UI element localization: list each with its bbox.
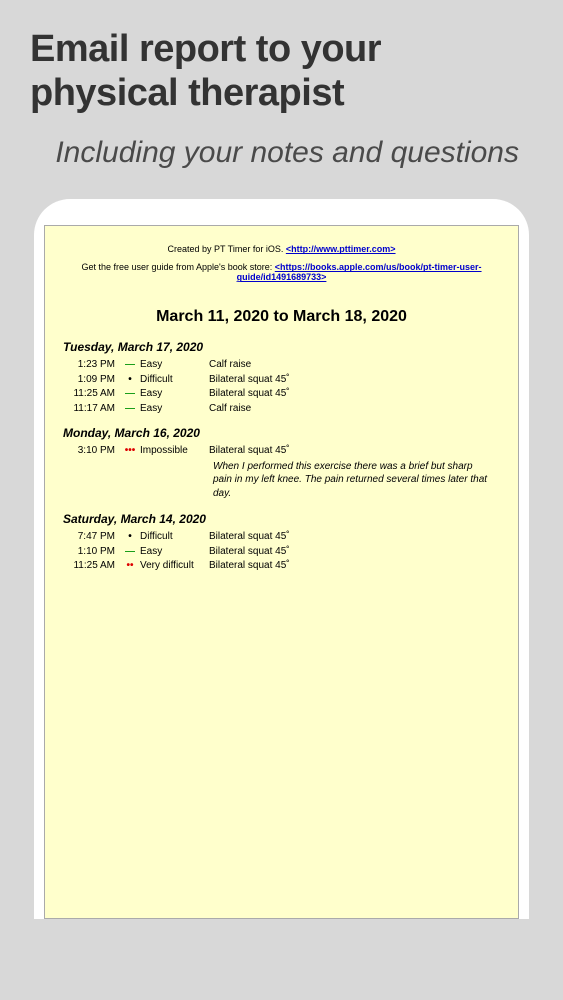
entry-row: 11:17 AM—EasyCalf raise bbox=[61, 402, 502, 417]
difficulty-icon: — bbox=[123, 545, 137, 560]
date-range-title: March 11, 2020 to March 18, 2020 bbox=[61, 308, 502, 326]
entry-exercise: Bilateral squat 45˚ bbox=[209, 545, 502, 560]
entry-difficulty: •••Impossible bbox=[123, 444, 209, 459]
created-by-text: Created by PT Timer for iOS. bbox=[167, 244, 285, 254]
entry-difficulty: —Easy bbox=[123, 545, 209, 560]
pttimer-link[interactable]: <http://www.pttimer.com> bbox=[286, 244, 396, 254]
entry-time: 11:25 AM bbox=[65, 559, 123, 574]
entry-time: 3:10 PM bbox=[65, 444, 123, 459]
difficulty-icon: • bbox=[123, 530, 137, 545]
difficulty-icon: ••• bbox=[123, 444, 137, 459]
report-document: Created by PT Timer for iOS. <http://www… bbox=[44, 225, 519, 919]
entry-time: 11:25 AM bbox=[65, 387, 123, 402]
difficulty-label: Easy bbox=[140, 402, 162, 417]
report-header: Created by PT Timer for iOS. <http://www… bbox=[61, 244, 502, 282]
guide-text: Get the free user guide from Apple's boo… bbox=[81, 262, 274, 272]
difficulty-label: Very difficult bbox=[140, 559, 194, 574]
entry-exercise: Calf raise bbox=[209, 402, 502, 417]
day-heading: Monday, March 16, 2020 bbox=[63, 426, 502, 440]
entry-exercise: Bilateral squat 45˚ bbox=[209, 530, 502, 545]
entry-exercise: Bilateral squat 45˚ bbox=[209, 559, 502, 574]
marketing-subtitle: Including your notes and questions bbox=[0, 125, 563, 199]
entry-exercise: Calf raise bbox=[209, 358, 502, 373]
entry-time: 11:17 AM bbox=[65, 402, 123, 417]
entry-row: 11:25 AM—EasyBilateral squat 45˚ bbox=[61, 387, 502, 402]
difficulty-icon: — bbox=[123, 358, 137, 373]
entry-difficulty: ••Very difficult bbox=[123, 559, 209, 574]
entry-row: 1:23 PM—EasyCalf raise bbox=[61, 358, 502, 373]
entry-difficulty: —Easy bbox=[123, 402, 209, 417]
difficulty-icon: — bbox=[123, 402, 137, 417]
difficulty-icon: — bbox=[123, 387, 137, 402]
report-body: Tuesday, March 17, 20201:23 PM—EasyCalf … bbox=[61, 340, 502, 574]
difficulty-icon: •• bbox=[123, 559, 137, 574]
difficulty-label: Impossible bbox=[140, 444, 188, 459]
entry-row: 3:10 PM•••ImpossibleBilateral squat 45˚ bbox=[61, 444, 502, 459]
entry-difficulty: •Difficult bbox=[123, 530, 209, 545]
day-heading: Saturday, March 14, 2020 bbox=[63, 512, 502, 526]
entry-row: 1:10 PM—EasyBilateral squat 45˚ bbox=[61, 545, 502, 560]
entry-row: 1:09 PM•DifficultBilateral squat 45˚ bbox=[61, 373, 502, 388]
entry-time: 1:23 PM bbox=[65, 358, 123, 373]
difficulty-label: Easy bbox=[140, 387, 162, 402]
entry-time: 1:10 PM bbox=[65, 545, 123, 560]
entry-difficulty: •Difficult bbox=[123, 373, 209, 388]
entry-exercise: Bilateral squat 45˚ bbox=[209, 444, 502, 459]
entry-time: 7:47 PM bbox=[65, 530, 123, 545]
difficulty-label: Difficult bbox=[140, 530, 173, 545]
entry-difficulty: —Easy bbox=[123, 387, 209, 402]
difficulty-label: Easy bbox=[140, 545, 162, 560]
entry-exercise: Bilateral squat 45˚ bbox=[209, 373, 502, 388]
entry-row: 7:47 PM•DifficultBilateral squat 45˚ bbox=[61, 530, 502, 545]
difficulty-label: Difficult bbox=[140, 373, 173, 388]
entry-row: 11:25 AM••Very difficultBilateral squat … bbox=[61, 559, 502, 574]
entry-difficulty: —Easy bbox=[123, 358, 209, 373]
entry-exercise: Bilateral squat 45˚ bbox=[209, 387, 502, 402]
entry-note: When I performed this exercise there was… bbox=[213, 459, 492, 503]
entry-time: 1:09 PM bbox=[65, 373, 123, 388]
marketing-title: Email report to your physical therapist bbox=[0, 0, 563, 125]
difficulty-label: Easy bbox=[140, 358, 162, 373]
day-heading: Tuesday, March 17, 2020 bbox=[63, 340, 502, 354]
difficulty-icon: • bbox=[123, 373, 137, 388]
device-frame: Created by PT Timer for iOS. <http://www… bbox=[34, 199, 529, 919]
